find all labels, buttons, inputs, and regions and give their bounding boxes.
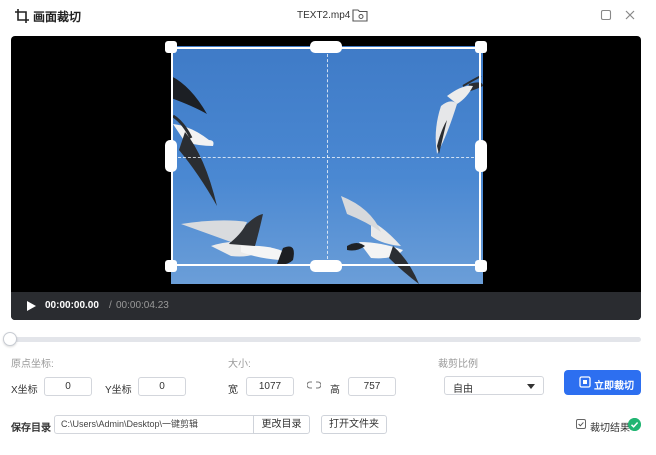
crop-selection-box[interactable] xyxy=(171,47,481,266)
crop-handle-top[interactable] xyxy=(310,41,342,53)
save-directory-label: 保存目录 xyxy=(11,423,51,434)
ratio-section-label: 裁剪比例 xyxy=(438,359,478,370)
y-coordinate-input[interactable]: 0 xyxy=(138,377,186,396)
crop-grid-line-horizontal xyxy=(173,157,479,158)
check-circle-icon xyxy=(628,418,641,431)
time-separator: / xyxy=(109,300,112,311)
crop-handle-bottom-right[interactable] xyxy=(475,260,487,272)
change-directory-button[interactable]: 更改目录 xyxy=(253,415,310,434)
checkbox-icon[interactable] xyxy=(576,419,586,429)
ratio-selected-value: 自由 xyxy=(453,384,473,395)
crop-handle-right[interactable] xyxy=(475,140,487,172)
x-coordinate-label: X坐标 xyxy=(11,385,38,396)
crop-now-label: 立即裁切 xyxy=(594,381,634,392)
crop-handle-bottom-left[interactable] xyxy=(165,260,177,272)
open-folder-button[interactable]: 打开文件夹 xyxy=(321,415,387,434)
player-control-bar: 00:00:00.00 / 00:00:04.23 xyxy=(11,292,641,320)
width-input[interactable]: 1077 xyxy=(246,377,294,396)
origin-section-label: 原点坐标: xyxy=(11,359,54,370)
timeline-knob[interactable] xyxy=(3,332,17,346)
width-label: 宽 xyxy=(228,385,238,396)
y-coordinate-label: Y坐标 xyxy=(105,385,132,396)
timeline-track[interactable] xyxy=(11,337,641,342)
crop-handle-top-right[interactable] xyxy=(475,41,487,53)
chevron-down-icon xyxy=(527,384,535,389)
crop-app-icon xyxy=(15,9,29,23)
crop-now-button[interactable]: 立即裁切 xyxy=(564,370,641,395)
height-input[interactable]: 757 xyxy=(348,377,396,396)
crop-result-label[interactable]: 裁切结果 xyxy=(590,419,630,434)
total-duration: 00:00:04.23 xyxy=(116,300,169,311)
folder-icon[interactable] xyxy=(352,8,368,22)
crop-icon xyxy=(579,376,591,388)
crop-handle-left[interactable] xyxy=(165,140,177,172)
file-name: TEXT2.mp4 xyxy=(297,10,351,21)
size-section-label: 大小: xyxy=(228,359,251,370)
crop-handle-top-left[interactable] xyxy=(165,41,177,53)
play-icon[interactable] xyxy=(25,300,37,312)
crop-handle-bottom[interactable] xyxy=(310,260,342,272)
x-coordinate-input[interactable]: 0 xyxy=(44,377,92,396)
video-player: 00:00:00.00 / 00:00:04.23 xyxy=(11,36,641,320)
height-label: 高 xyxy=(330,385,340,396)
ratio-select[interactable]: 自由 xyxy=(444,376,544,395)
current-time: 00:00:00.00 xyxy=(45,300,99,311)
save-path-input[interactable]: C:\Users\Admin\Desktop\一键剪辑 xyxy=(54,415,254,434)
link-aspect-icon[interactable] xyxy=(307,380,321,390)
close-icon[interactable] xyxy=(623,8,637,22)
title-bar: 画面裁切 TEXT2.mp4 xyxy=(0,0,656,32)
window-title: 画面裁切 xyxy=(33,10,82,24)
maximize-icon[interactable] xyxy=(599,8,613,22)
